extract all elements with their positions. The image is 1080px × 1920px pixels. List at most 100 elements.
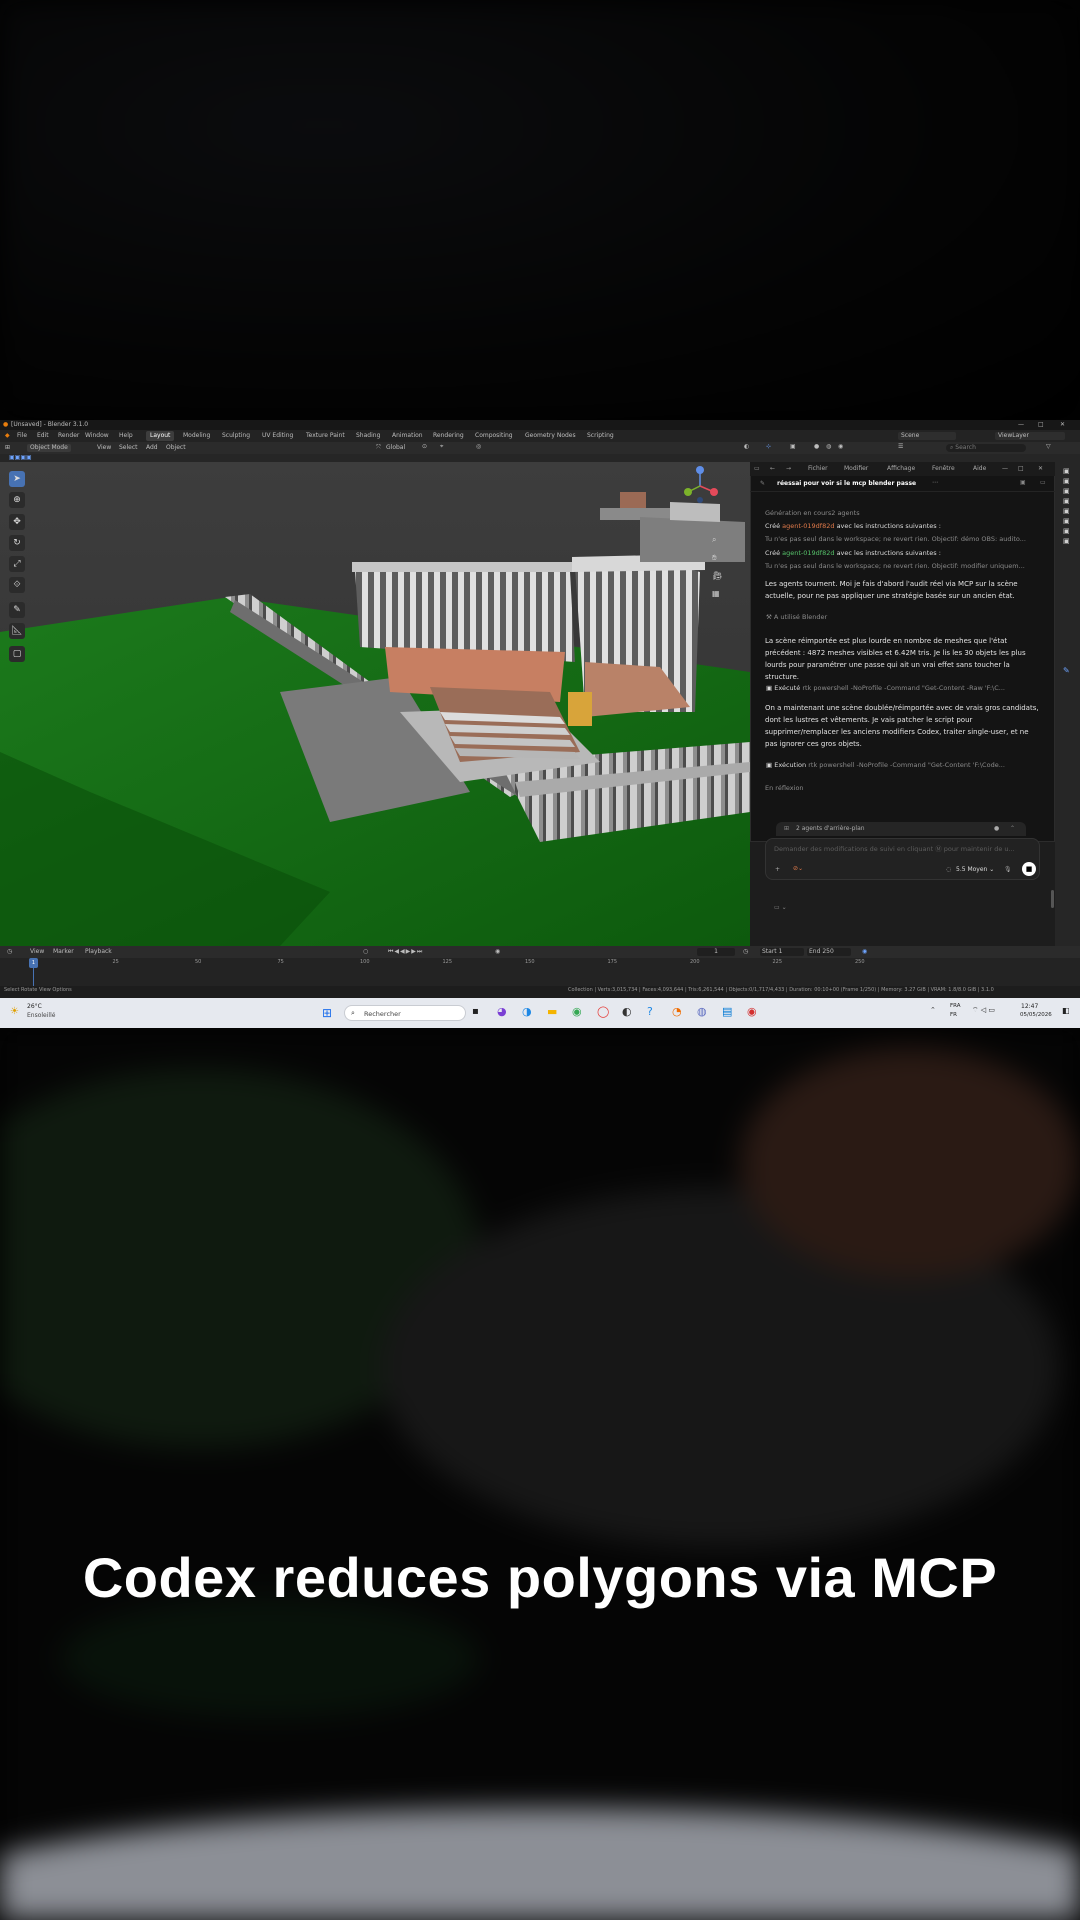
blender-menu-icon[interactable]: ◆ (5, 433, 10, 439)
agent-2-id[interactable]: agent-019df82d (782, 549, 834, 557)
gizmo-icon[interactable]: ⊹ (766, 444, 771, 450)
tool-add-cube[interactable]: ▢ (9, 646, 25, 662)
object-mode-dropdown[interactable]: Object Mode (27, 444, 71, 452)
forward-arrow-icon[interactable]: → (786, 466, 791, 472)
notifications-icon[interactable]: ◧ (1062, 1007, 1070, 1015)
pan-hand-icon[interactable]: ✋︎ (712, 554, 717, 562)
tab-compositing[interactable]: Compositing (475, 433, 513, 439)
preview-range-icon[interactable]: ◷ (743, 949, 748, 955)
chrome-icon[interactable]: ◉ (572, 1006, 582, 1017)
tool-cursor[interactable]: ⊕ (9, 492, 25, 508)
tool-select-box[interactable]: ➤ (9, 471, 25, 487)
property-tab-icons[interactable]: ▣ ▣ ▣ ▣ ▣ ▣ ▣ ▣ (1063, 466, 1070, 546)
tab-modeling[interactable]: Modeling (183, 433, 210, 439)
mic-icon[interactable]: 🎙︎ (1004, 867, 1012, 873)
playhead[interactable]: 1 (29, 958, 38, 968)
codex-menu-fichier[interactable]: Fichier (808, 466, 828, 472)
executing-command-2[interactable]: ▣ Exécution rtk powershell -NoProfile -C… (766, 762, 1005, 769)
weather-temperature[interactable]: 26°C (27, 1004, 42, 1010)
tool-move[interactable]: ✥ (9, 514, 25, 530)
taskbar-search[interactable]: ⌕ Rechercher (344, 1005, 466, 1021)
overlay-icon[interactable]: ◐ (744, 444, 749, 450)
tab-uv-editing[interactable]: UV Editing (262, 433, 293, 439)
viewport-menu-select[interactable]: Select (119, 445, 138, 451)
transform-orientation-icon[interactable]: ⤧ (376, 445, 381, 451)
menu-window[interactable]: Window (85, 433, 109, 439)
timeline-menu-view[interactable]: View (30, 949, 44, 955)
shading-solid-icon[interactable]: ● (814, 444, 819, 450)
menu-help[interactable]: Help (119, 433, 133, 439)
snap-icon[interactable]: ⌖ (440, 444, 443, 450)
tool-measure[interactable]: 📐︎ (9, 623, 25, 639)
view-layer-selector[interactable]: ViewLayer (995, 432, 1065, 440)
maximize-button[interactable]: □ (1038, 422, 1044, 428)
tool-annotate[interactable]: ✎ (9, 602, 25, 618)
timeline-editor-icon[interactable]: ◷ (7, 949, 12, 955)
menu-edit[interactable]: Edit (37, 433, 49, 439)
tab-geometry-nodes[interactable]: Geometry Nodes (525, 433, 576, 439)
close-button[interactable]: ✕ (1060, 422, 1065, 428)
blender-taskbar-icon[interactable]: ◔ (672, 1006, 682, 1017)
diff-icon[interactable]: ▣ (1020, 480, 1026, 486)
3d-viewport[interactable]: ➤ ⊕ ✥ ↻ ⤢ ⟐ ✎ 📐︎ ▢ ⌕ ✋︎ 🎥︎ ▦ (0, 462, 750, 946)
vscode-icon[interactable]: ▤ (722, 1006, 732, 1017)
end-frame-field[interactable]: End 250 (807, 948, 851, 956)
add-attachment-icon[interactable]: + (775, 867, 780, 873)
discord-icon[interactable]: ◍ (697, 1006, 707, 1017)
timeline-menu-playback[interactable]: Playback (85, 949, 112, 955)
copilot-icon[interactable]: ◕ (497, 1006, 507, 1017)
shading-material-icon[interactable]: ◍ (826, 444, 831, 450)
stop-generation-button[interactable]: ■ (1022, 862, 1036, 876)
codex-menu-affichage[interactable]: Affichage (887, 466, 915, 472)
tool-rotate[interactable]: ↻ (9, 535, 25, 551)
xray-icon[interactable]: ▣ (790, 444, 796, 450)
clock-time[interactable]: 12:47 (1021, 1004, 1038, 1010)
codex-maximize[interactable]: □ (1018, 466, 1024, 472)
permissions-dropdown[interactable]: ⊘⌄ (793, 866, 803, 872)
weather-status[interactable]: Ensoleillé (27, 1013, 55, 1019)
codex-minimize[interactable]: — (1002, 466, 1008, 472)
app-red-icon[interactable]: ◉ (747, 1006, 757, 1017)
codex-close[interactable]: ✕ (1038, 466, 1043, 472)
new-chat-icon[interactable]: ✎ (760, 481, 765, 487)
tool-scale[interactable]: ⤢ (9, 556, 25, 572)
outliner-search-input[interactable]: ⌕ Search (946, 444, 1026, 452)
tab-shading[interactable]: Shading (356, 433, 380, 439)
keyboard-layout[interactable]: FR (950, 1012, 957, 1019)
opera-icon[interactable]: ◯ (597, 1006, 609, 1017)
menu-file[interactable]: File (17, 433, 27, 439)
pivot-icon[interactable]: ⊙ (422, 444, 427, 450)
agents-expand-icon[interactable]: ⌃ (1010, 826, 1015, 832)
windows-start-icon[interactable]: ⊞ (322, 1007, 332, 1019)
help-icon[interactable]: ? (647, 1006, 653, 1017)
background-agents-bar[interactable]: ⊞ 2 agents d'arrière-plan ● ⌃ (776, 822, 1026, 836)
auto-keying-icon[interactable]: ○ (363, 949, 368, 955)
navigation-gizmo[interactable] (678, 464, 722, 508)
shading-rendered-icon[interactable]: ◉ (838, 444, 843, 450)
back-arrow-icon[interactable]: ← (770, 466, 775, 472)
tab-animation[interactable]: Animation (392, 433, 423, 439)
select-mode-icons[interactable]: ▣▣▣▣ (9, 455, 32, 461)
thread-more-icon[interactable]: ⋯ (932, 480, 938, 486)
transform-orientation[interactable]: Global (386, 445, 405, 451)
menu-render[interactable]: Render (58, 433, 79, 439)
start-frame-field[interactable]: Start 1 (760, 948, 804, 956)
proportional-edit-icon[interactable]: ◎ (476, 444, 481, 450)
tab-rendering[interactable]: Rendering (433, 433, 464, 439)
agent-1-id[interactable]: agent-019df82d (782, 522, 834, 530)
timeline-overlay-icon[interactable]: ◉ (862, 949, 867, 955)
timeline-area[interactable]: 0255075100125150175200225250 1 (0, 958, 1080, 986)
codex-menu-modifier[interactable]: Modifier (844, 466, 868, 472)
codex-menu-fenetre[interactable]: Fenêtre (932, 466, 955, 472)
viewport-menu-add[interactable]: Add (146, 445, 158, 451)
panel-toggle-icon[interactable]: ▭ (1040, 480, 1046, 486)
tab-sculpting[interactable]: Sculpting (222, 433, 250, 439)
outliner-filter-icon[interactable]: ☰ (898, 444, 903, 450)
scene-selector[interactable]: Scene (898, 432, 956, 440)
weather-icon[interactable]: ☀︎ (10, 1007, 19, 1017)
editor-type-icon[interactable]: ⊞ (5, 445, 10, 451)
viewport-menu-object[interactable]: Object (166, 445, 186, 451)
keying-icon[interactable]: ◉ (495, 949, 500, 955)
outliner-funnel-icon[interactable]: ▽ (1046, 444, 1051, 450)
minimize-button[interactable]: — (1018, 422, 1024, 428)
